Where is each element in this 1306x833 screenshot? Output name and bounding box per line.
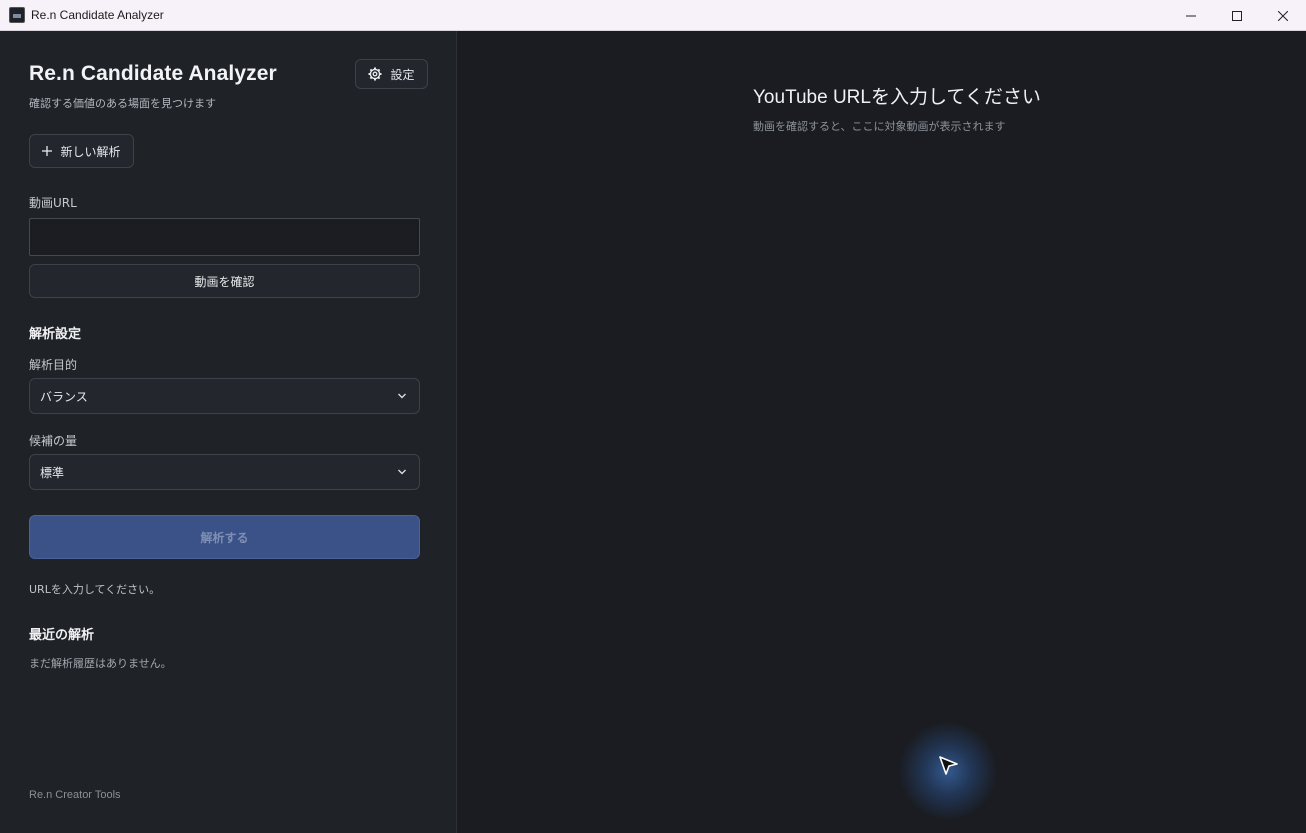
analysis-settings-title: 解析設定	[29, 327, 82, 342]
app-icon	[9, 7, 25, 23]
purpose-select-value: バランス	[40, 389, 88, 404]
mouse-cursor-icon	[939, 756, 958, 775]
chevron-down-icon	[398, 469, 406, 475]
amount-select[interactable]: 標準	[29, 454, 420, 490]
purpose-select[interactable]: バランス	[29, 378, 420, 414]
amount-select-value: 標準	[40, 465, 65, 480]
recent-analyses-empty: まだ解析履歴はありません。	[29, 657, 172, 670]
sidebar: Re.n Candidate Analyzer 確認する価値のある場面を見つけま…	[0, 31, 457, 833]
window-title: Re.n Candidate Analyzer	[31, 8, 164, 22]
analyze-button-label: 解析する	[200, 530, 249, 545]
gear-icon	[368, 67, 382, 81]
app-title: Re.n Candidate Analyzer	[29, 62, 277, 85]
confirm-video-label: 動画を確認	[194, 274, 255, 289]
minimize-button[interactable]	[1168, 0, 1214, 31]
settings-button[interactable]: 設定	[355, 59, 428, 89]
new-analysis-button[interactable]: 新しい解析	[29, 134, 134, 168]
confirm-video-button[interactable]: 動画を確認	[29, 264, 420, 298]
main-placeholder-subtitle: 動画を確認すると、ここに対象動画が表示されます	[753, 120, 1006, 133]
status-hint: URLを入力してください。	[29, 583, 161, 596]
close-icon	[1278, 10, 1288, 21]
window-titlebar: Re.n Candidate Analyzer	[0, 0, 1306, 31]
analyze-button[interactable]: 解析する	[29, 515, 420, 559]
url-input[interactable]	[29, 218, 420, 256]
url-label: 動画URL	[29, 196, 77, 210]
maximize-icon	[1232, 10, 1242, 21]
main-panel: YouTube URLを入力してください 動画を確認すると、ここに対象動画が表示…	[458, 31, 1306, 833]
new-analysis-label: 新しい解析	[60, 144, 121, 159]
recent-analyses-title: 最近の解析	[29, 628, 95, 643]
app-subtitle: 確認する価値のある場面を見つけます	[29, 97, 216, 110]
footer-brand: Re.n Creator Tools	[29, 789, 121, 801]
maximize-button[interactable]	[1214, 0, 1260, 31]
minimize-icon	[1186, 15, 1196, 16]
plus-icon	[42, 146, 53, 156]
main-placeholder-title: YouTube URLを入力してください	[753, 87, 1041, 108]
close-button[interactable]	[1260, 0, 1306, 31]
chevron-down-icon	[398, 393, 406, 399]
window-controls	[1168, 0, 1306, 31]
settings-button-label: 設定	[390, 67, 415, 82]
amount-label: 候補の量	[29, 434, 78, 448]
purpose-label: 解析目的	[29, 358, 78, 372]
